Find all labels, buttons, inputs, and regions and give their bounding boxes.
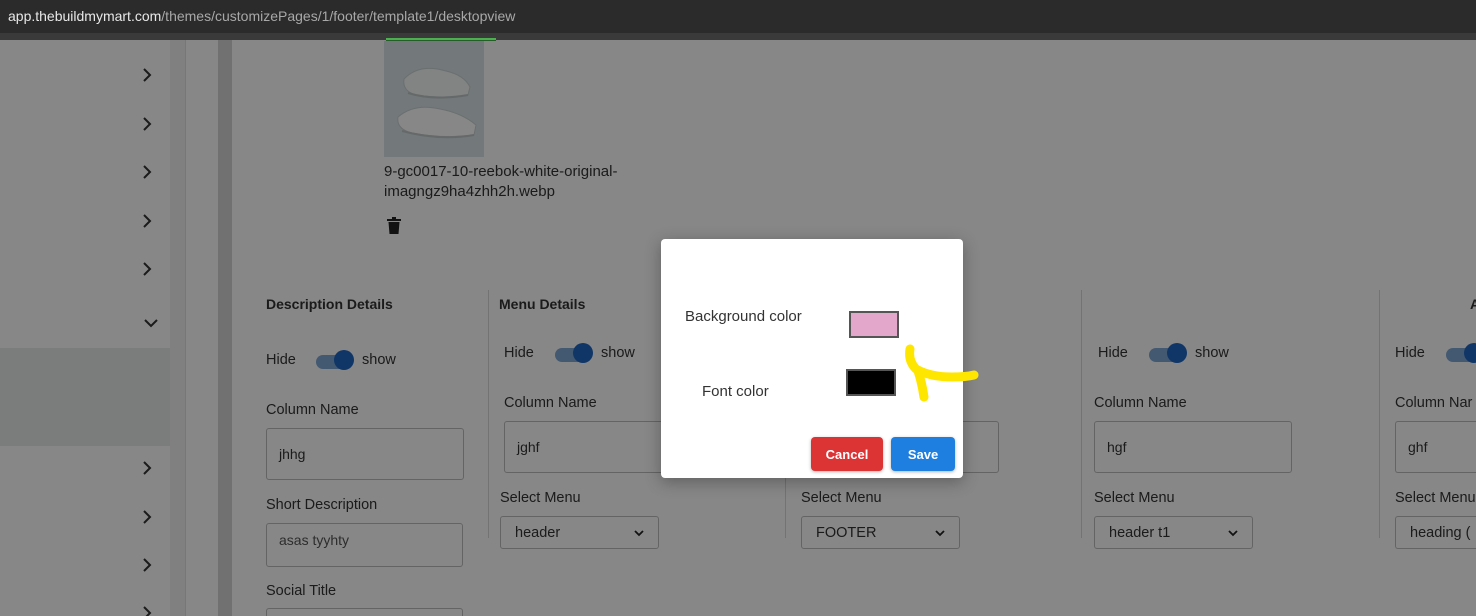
url-path: /themes/customizePages/1/footer/template… — [161, 8, 516, 24]
annotation-arrow-mark — [905, 344, 979, 402]
font-color-label: Font color — [702, 383, 769, 400]
url-host: app.thebuildmymart.com — [8, 8, 162, 24]
cancel-button[interactable]: Cancel — [811, 437, 883, 471]
background-color-picker[interactable] — [849, 311, 899, 338]
background-color-label: Background color — [685, 308, 802, 325]
font-color-picker[interactable] — [846, 369, 896, 396]
browser-toolbar-edge — [0, 33, 1476, 40]
browser-url-bar[interactable]: app.thebuildmymart.com/themes/customizeP… — [0, 0, 1476, 33]
save-button[interactable]: Save — [891, 437, 955, 471]
